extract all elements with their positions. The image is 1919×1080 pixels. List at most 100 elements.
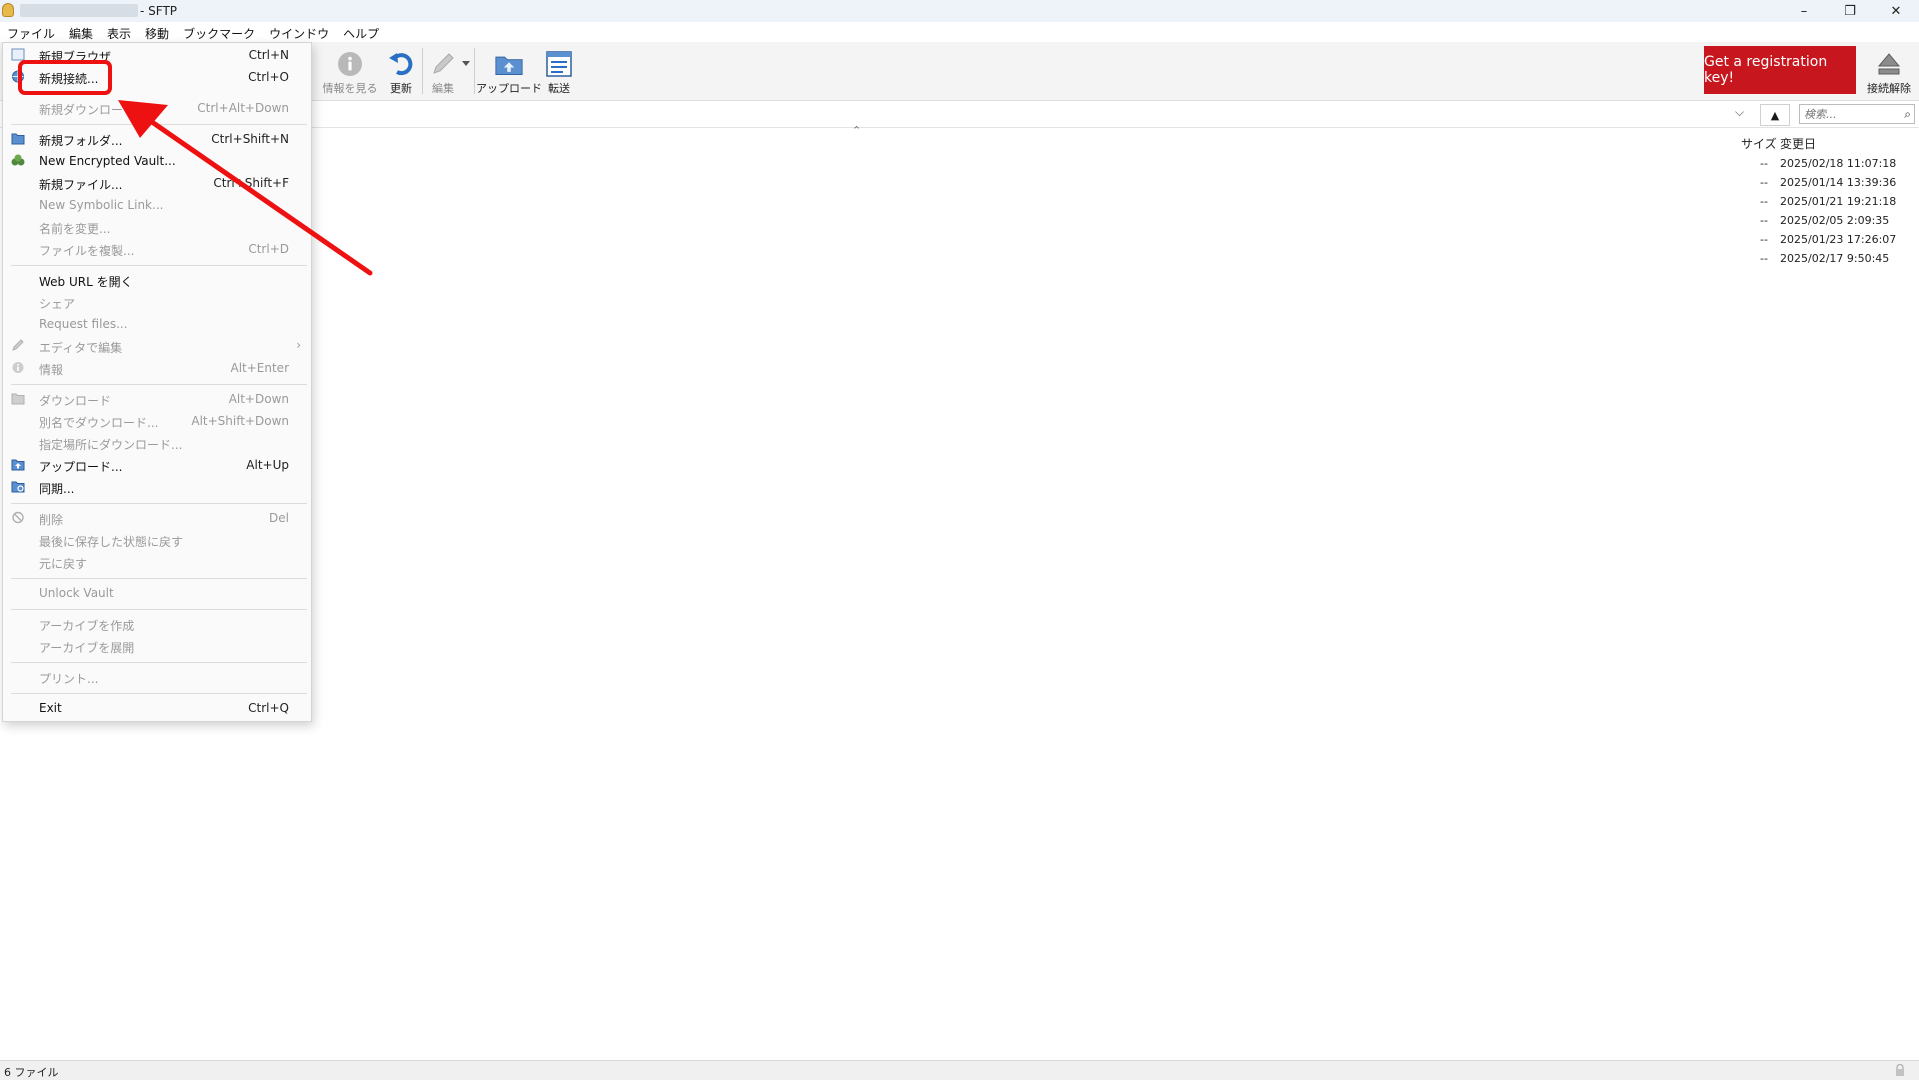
maximize-button[interactable]: ❐ — [1827, 0, 1873, 22]
menu-download-as[interactable]: 別名でダウンロード... Alt+Shift+Down — [3, 410, 311, 432]
file-size: -- — [1760, 252, 1768, 265]
menu-new-download[interactable]: 新規ダウンロード Ctrl+Alt+Down — [3, 97, 311, 119]
menu-rename[interactable]: 名前を変更... — [3, 216, 311, 238]
menu-request-files[interactable]: Request files... — [3, 313, 311, 335]
file-size: -- — [1760, 176, 1768, 189]
edit-icon — [12, 339, 24, 351]
delete-icon — [12, 511, 24, 524]
file-row[interactable]: -- 2025/02/18 11:07:18 — [1700, 157, 1910, 176]
edit-icon — [429, 50, 457, 78]
menu-create-archive[interactable]: アーカイブを作成 — [3, 613, 311, 635]
file-modified: 2025/01/21 19:21:18 — [1780, 195, 1897, 208]
new-browser-icon — [11, 48, 25, 61]
window-title: - SFTP — [140, 4, 178, 18]
file-row[interactable]: -- 2025/01/14 13:39:36 — [1700, 176, 1910, 195]
menu-new-symbolic-link[interactable]: New Symbolic Link... — [3, 194, 311, 216]
search-icon[interactable]: ⌕ — [1904, 107, 1911, 122]
file-size: -- — [1760, 233, 1768, 246]
transfer-label: 転送 — [548, 82, 570, 95]
menu-synchronize[interactable]: 同期... — [3, 476, 311, 498]
menu-upload[interactable]: アップロード... Alt+Up — [3, 454, 311, 476]
menu-window[interactable]: ウインドウ — [262, 22, 336, 42]
upload-label: アップロード — [476, 82, 542, 95]
parent-folder-button[interactable]: ▲ — [1760, 104, 1790, 126]
menu-new-folder[interactable]: 新規フォルダ... Ctrl+Shift+N — [3, 128, 311, 150]
file-row[interactable]: -- 2025/02/05 2:09:35 — [1700, 214, 1910, 233]
info-icon — [336, 50, 364, 78]
menu-edit-with[interactable]: エディタで編集 › — [3, 335, 311, 357]
registration-key-button[interactable]: Get a registration key! — [1704, 46, 1856, 94]
vault-icon — [11, 154, 25, 166]
menu-new-encrypted-vault[interactable]: New Encrypted Vault... — [3, 150, 311, 172]
menu-duplicate[interactable]: ファイルを複製... Ctrl+D — [3, 238, 311, 260]
highlight-box — [18, 60, 112, 95]
disconnect-label: 接続解除 — [1867, 82, 1911, 95]
transfer-icon — [545, 50, 573, 78]
toolbar-separator — [422, 48, 423, 94]
menu-bar: ファイル 編集 表示 移動 ブックマーク ウインドウ ヘルプ — [0, 22, 1919, 42]
file-modified: 2025/02/05 2:09:35 — [1780, 214, 1890, 227]
menu-separator — [11, 503, 307, 504]
status-file-count: 6 ファイル — [4, 1066, 59, 1079]
edit-dropdown[interactable] — [460, 42, 472, 100]
chevron-down-icon — [461, 50, 471, 78]
refresh-icon — [387, 50, 415, 78]
up-arrow-icon: ▲ — [1770, 108, 1780, 122]
menu-info[interactable]: 情報 Alt+Enter — [3, 357, 311, 379]
refresh-label: 更新 — [390, 82, 412, 95]
file-row[interactable]: -- 2025/02/17 9:50:45 — [1700, 252, 1910, 271]
menu-separator — [11, 609, 307, 610]
upload-button[interactable]: アップロード — [476, 42, 542, 100]
title-redacted — [20, 4, 138, 17]
menu-bookmarks[interactable]: ブックマーク — [176, 22, 262, 42]
menu-open-web-url[interactable]: Web URL を開く — [3, 269, 311, 291]
sort-indicator-icon: ⌃ — [852, 124, 862, 137]
file-size: -- — [1760, 214, 1768, 227]
file-row[interactable]: -- 2025/01/23 17:26:07 — [1700, 233, 1910, 252]
search-input[interactable] — [1804, 106, 1894, 122]
menu-revert[interactable]: 最後に保存した状態に戻す — [3, 529, 311, 551]
file-modified: 2025/01/14 13:39:36 — [1780, 176, 1897, 189]
file-menu-dropdown: 新規ブラウザ Ctrl+N 新規接続... Ctrl+O 新規ダウンロード Ctrl+… — [2, 42, 312, 722]
toolbar-separator — [474, 48, 475, 94]
file-row[interactable]: -- 2025/01/21 19:21:18 — [1700, 195, 1910, 214]
menu-file[interactable]: ファイル — [0, 22, 62, 42]
transfer-button[interactable]: 転送 — [540, 42, 578, 100]
menu-share[interactable]: シェア — [3, 291, 311, 313]
menu-download[interactable]: ダウンロード Alt+Down — [3, 388, 311, 410]
menu-exit[interactable]: Exit Ctrl+Q — [3, 697, 311, 719]
menu-download-to[interactable]: 指定場所にダウンロード... — [3, 432, 311, 454]
menu-separator — [11, 384, 307, 385]
edit-label: 編集 — [432, 82, 454, 95]
eject-icon — [1875, 50, 1903, 78]
status-bar: 6 ファイル — [0, 1060, 1919, 1080]
search-box[interactable]: ⌕ — [1799, 104, 1915, 124]
column-header-size[interactable]: サイズ — [1741, 135, 1777, 152]
info-button[interactable]: 情報を見る — [320, 42, 380, 100]
menu-new-file[interactable]: 新規ファイル... Ctrl+Shift+F — [3, 172, 311, 194]
menu-go[interactable]: 移動 — [138, 22, 176, 42]
file-modified: 2025/02/18 11:07:18 — [1780, 157, 1897, 170]
menu-help[interactable]: ヘルプ — [336, 22, 386, 42]
edit-button[interactable]: 編集 — [426, 42, 460, 100]
menu-separator — [11, 662, 307, 663]
menu-delete[interactable]: 削除 Del — [3, 507, 311, 529]
refresh-button[interactable]: 更新 — [382, 42, 420, 100]
menu-restore[interactable]: 元に戻す — [3, 551, 311, 573]
disconnect-button[interactable]: 接続解除 — [1862, 42, 1916, 100]
file-size: -- — [1760, 157, 1768, 170]
menu-print[interactable]: プリント... — [3, 666, 311, 688]
path-dropdown-chevron-icon[interactable]: ⌵ — [1735, 105, 1744, 120]
menu-expand-archive[interactable]: アーカイブを展開 — [3, 635, 311, 657]
download-icon — [11, 393, 25, 405]
menu-separator — [11, 124, 307, 125]
app-icon — [2, 3, 14, 17]
menu-unlock-vault[interactable]: Unlock Vault — [3, 582, 311, 604]
column-header-modified[interactable]: 変更日 — [1780, 135, 1816, 152]
minimize-button[interactable]: – — [1781, 0, 1827, 22]
close-button[interactable]: ✕ — [1873, 0, 1919, 22]
menu-view[interactable]: 表示 — [100, 22, 138, 42]
file-size: -- — [1760, 195, 1768, 208]
menu-edit[interactable]: 編集 — [62, 22, 100, 42]
menu-separator — [11, 578, 307, 579]
